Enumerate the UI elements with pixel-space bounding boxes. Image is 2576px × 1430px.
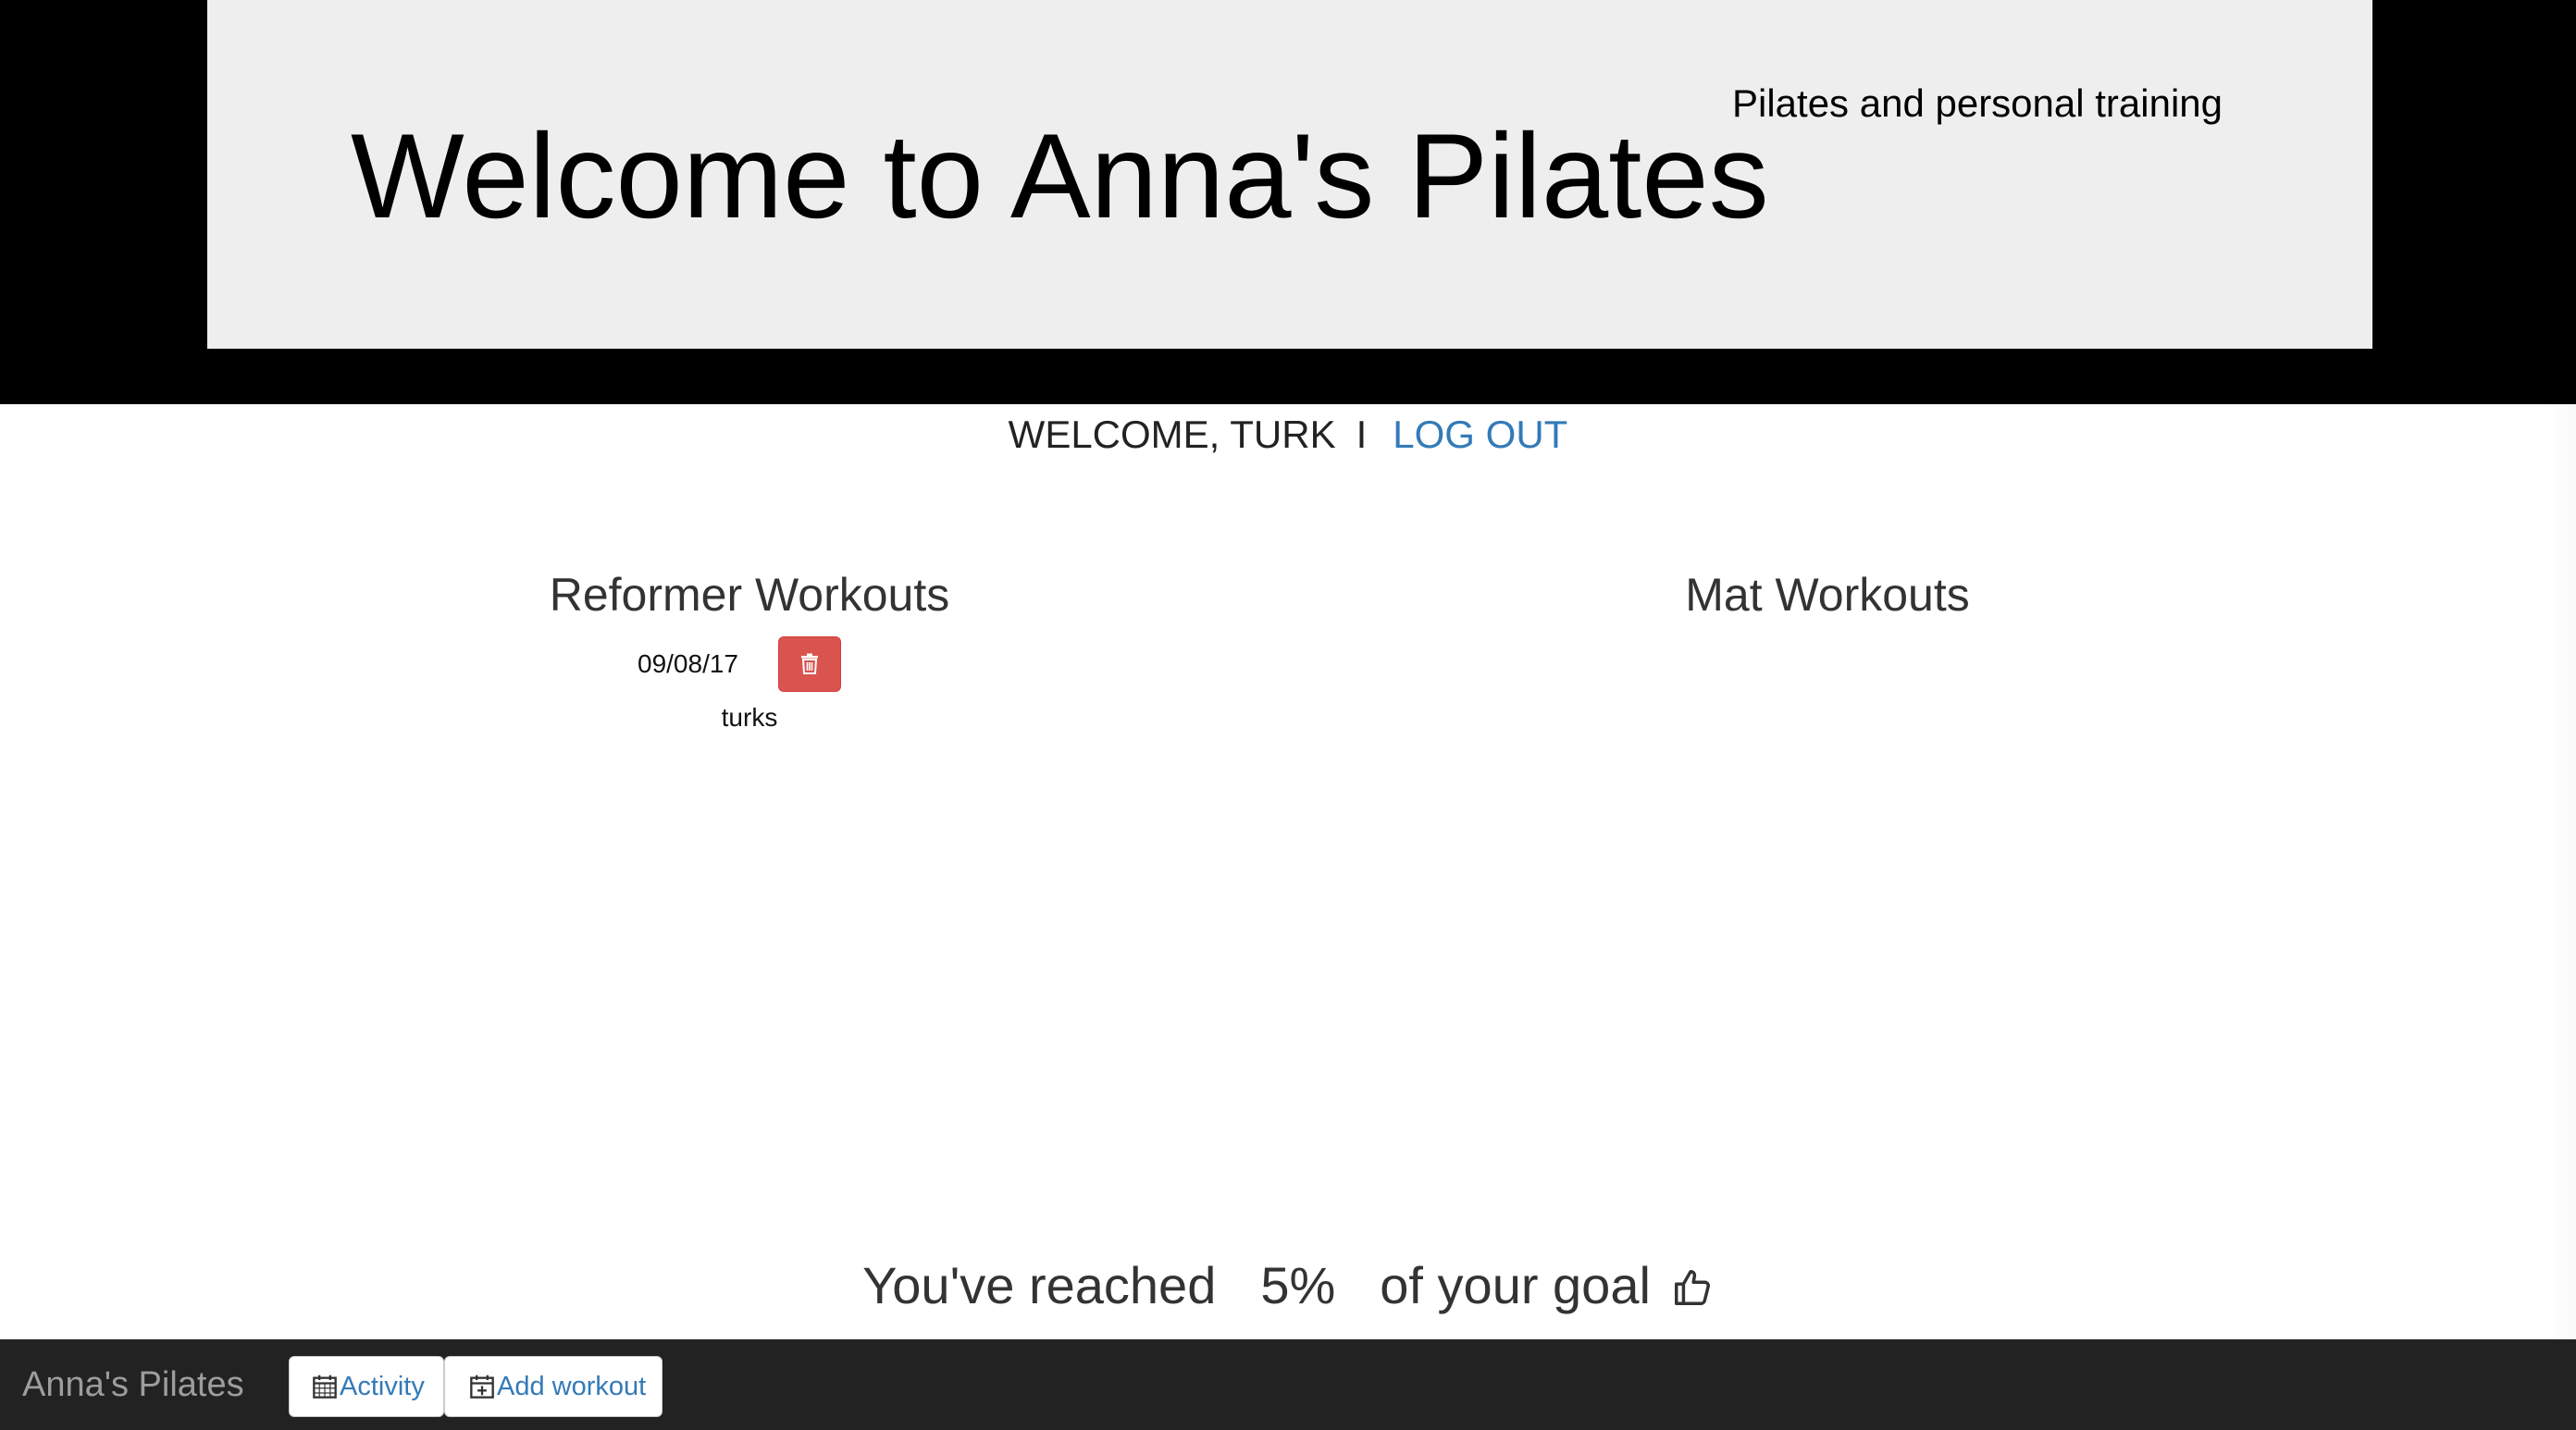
workout-date: 09/08/17: [638, 649, 738, 678]
trash-icon: [801, 653, 818, 674]
activity-button[interactable]: Activity: [289, 1356, 444, 1417]
calendar-icon: [313, 1375, 337, 1399]
activity-label: Activity: [340, 1371, 425, 1401]
goal-progress: You've reached 5% of your goal: [0, 1249, 2576, 1328]
add-workout-label: Add workout: [497, 1371, 647, 1401]
reformer-workouts-title: Reformer Workouts: [549, 569, 950, 621]
reformer-workouts-section: Reformer Workouts 09/08/17 turks: [287, 555, 1212, 738]
delete-workout-button[interactable]: [778, 636, 841, 692]
header-band: Welcome to Anna's Pilates Pilates and pe…: [0, 0, 2576, 404]
add-workout-button[interactable]: Add workout: [444, 1356, 663, 1417]
mat-workouts-section: Mat Workouts: [1365, 555, 2290, 635]
mat-workouts-title: Mat Workouts: [1685, 569, 1970, 621]
goal-suffix: of your goal: [1380, 1256, 1651, 1314]
calendar-plus-icon: [470, 1375, 494, 1399]
scroll-edge: [2545, 404, 2576, 1339]
user-greeting: WELCOME, TURK: [1008, 413, 1336, 456]
logout-link[interactable]: LOG OUT: [1393, 413, 1567, 456]
thumbs-up-icon: [1671, 1254, 1714, 1328]
navbar-brand[interactable]: Anna's Pilates: [22, 1339, 244, 1430]
welcome-bar: WELCOME, TURK I LOG OUT: [0, 407, 2576, 462]
workout-entry: 09/08/17: [287, 636, 1212, 697]
goal-prefix: You've reached: [862, 1256, 1217, 1314]
bottom-navbar: Anna's Pilates Activity Add workout: [0, 1339, 2576, 1430]
separator: I: [1356, 413, 1368, 456]
jumbotron: Welcome to Anna's Pilates Pilates and pe…: [207, 0, 2372, 349]
goal-percent: 5%: [1260, 1256, 1336, 1314]
tagline: Pilates and personal training: [1732, 81, 2223, 125]
page-title: Welcome to Anna's Pilates: [351, 108, 1769, 243]
workout-note: turks: [721, 703, 778, 732]
